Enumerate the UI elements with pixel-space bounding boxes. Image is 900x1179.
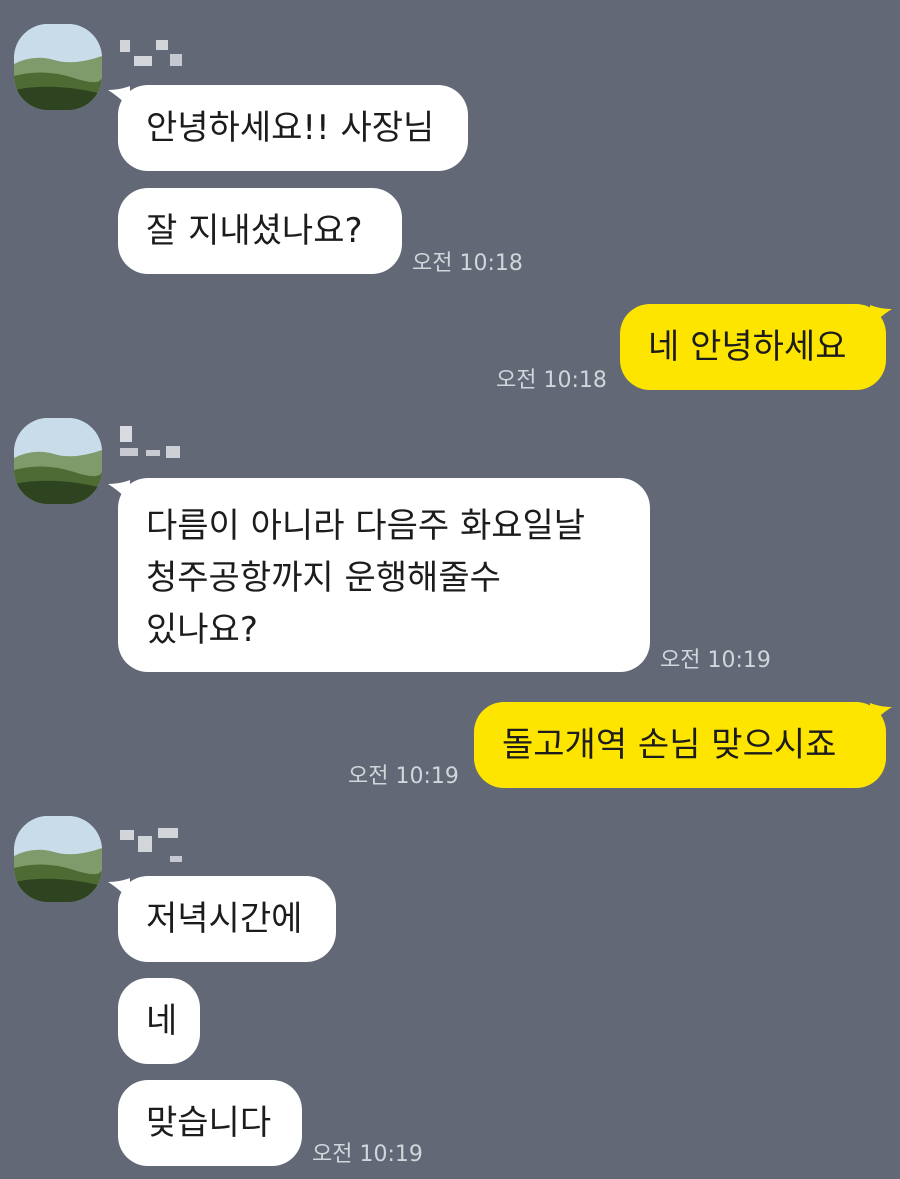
message-text: 돌고개역 손님 맞으시죠 (502, 725, 837, 765)
message-bubble[interactable]: 안녕하세요!! 사장님 (118, 85, 468, 171)
message-bubble[interactable]: 맞습니다 (118, 1080, 302, 1166)
message-text-line: 있나요? (146, 610, 258, 650)
sender-name-blurred (120, 426, 184, 466)
sender-name-blurred (120, 36, 184, 76)
message-text: 안녕하세요!! 사장님 (146, 108, 435, 148)
sender-name-blurred (120, 826, 184, 866)
message-text: 맞습니다 (146, 1103, 272, 1143)
message-text-line: 청주공항까지 운행해줄수 (146, 558, 501, 598)
message-bubble[interactable]: 네 (118, 978, 200, 1064)
message-text: 네 안녕하세요 (648, 327, 847, 367)
message-bubble-outgoing[interactable]: 돌고개역 손님 맞으시죠 (474, 702, 886, 788)
message-timestamp: 오전 10:19 (312, 1142, 423, 1167)
message-bubble-outgoing[interactable]: 네 안녕하세요 (620, 304, 886, 390)
message-timestamp: 오전 10:19 (660, 648, 771, 673)
message-text-line: 다름이 아니라 다음주 화요일날 (146, 506, 586, 546)
message-timestamp: 오전 10:18 (496, 368, 607, 393)
message-bubble[interactable]: 저녁시간에 (118, 876, 336, 962)
message-text: 저녁시간에 (146, 899, 303, 939)
message-text: 네 (146, 1001, 178, 1041)
contact-avatar[interactable] (14, 24, 102, 110)
bubble-tail (870, 703, 892, 727)
bubble-tail (870, 305, 892, 329)
message-text: 잘 지내셨나요? (146, 211, 363, 251)
message-bubble[interactable]: 다름이 아니라 다음주 화요일날 청주공항까지 운행해줄수 있나요? (118, 478, 650, 672)
message-bubble[interactable]: 잘 지내셨나요? (118, 188, 402, 274)
message-timestamp: 오전 10:19 (348, 764, 459, 789)
contact-avatar[interactable] (14, 418, 102, 504)
message-timestamp: 오전 10:18 (412, 251, 523, 276)
contact-avatar[interactable] (14, 816, 102, 902)
